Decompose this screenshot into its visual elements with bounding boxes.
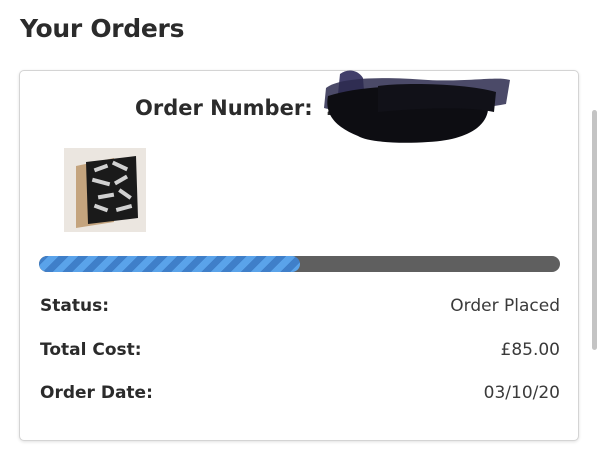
product-image[interactable] (64, 148, 146, 232)
order-date-label: Order Date: (40, 383, 153, 403)
status-label: Status: (40, 296, 109, 316)
redaction-scribble (324, 70, 510, 143)
total-cost-row: Total Cost: £85.00 (40, 340, 560, 364)
order-date-row: Order Date: 03/10/20 (40, 383, 560, 407)
order-progress-fill (39, 256, 300, 272)
order-date-value: 03/10/20 (483, 383, 560, 403)
gift-box-icon (64, 148, 146, 232)
total-cost-label: Total Cost: (40, 340, 142, 360)
order-progress-bar (39, 256, 560, 272)
scrollbar[interactable] (592, 110, 597, 350)
status-value: Order Placed (450, 296, 560, 316)
page-title: Your Orders (20, 14, 185, 43)
status-row: Status: Order Placed (40, 296, 560, 320)
order-number-label: Order Number: (135, 96, 313, 120)
total-cost-value: £85.00 (500, 340, 560, 360)
